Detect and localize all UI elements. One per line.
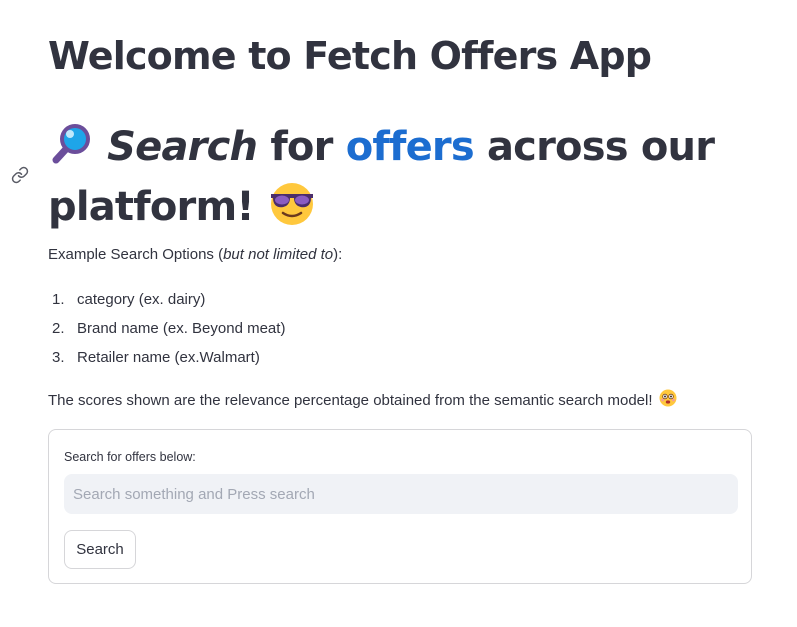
search-input[interactable] [64, 474, 738, 514]
headline-word-for: for [270, 124, 333, 170]
headline-word-offers: offers [345, 124, 475, 170]
link-icon[interactable] [10, 165, 30, 185]
headline-rest: across our [486, 124, 715, 170]
app-title: Welcome to Fetch Offers App [48, 34, 652, 78]
search-button[interactable]: Search [64, 530, 136, 569]
search-label: Search for offers below: [64, 450, 196, 464]
scores-note-text: The scores shown are the relevance perce… [48, 391, 653, 409]
headline: Search for offers across our platform! [48, 120, 752, 240]
flushed-face-icon [659, 389, 677, 411]
search-options-intro: Example Search Options (but not limited … [48, 246, 343, 263]
sunglasses-face-icon [267, 180, 317, 240]
search-form: Search for offers below: Search [48, 429, 752, 584]
magnifying-glass-icon [48, 122, 94, 180]
headline-word-search: Search [107, 124, 258, 170]
headline-line2: platform! [48, 184, 255, 230]
scores-note: The scores shown are the relevance perce… [48, 389, 677, 411]
